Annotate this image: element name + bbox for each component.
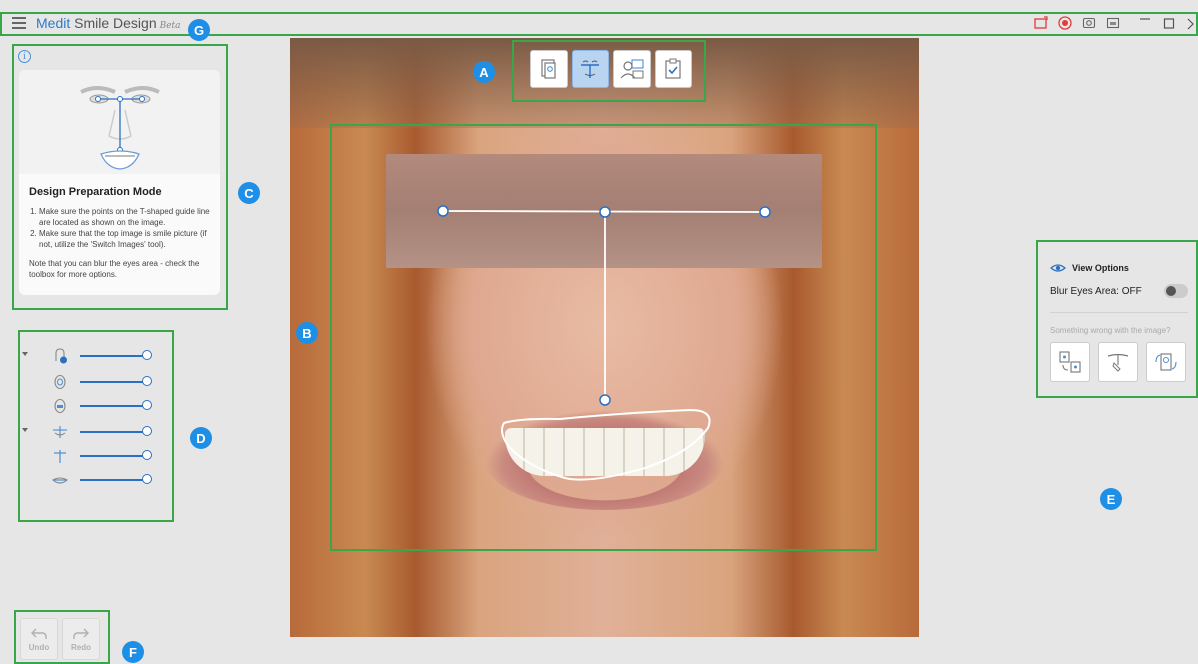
- app-brand: Medit: [36, 15, 71, 31]
- info-step-2: Make sure that the top image is smile pi…: [39, 228, 210, 250]
- undo-label: Undo: [28, 642, 50, 652]
- slider-knob[interactable]: [142, 376, 152, 386]
- undo-icon: [31, 628, 47, 639]
- t-guide-icon: [581, 60, 600, 78]
- redo-label: Redo: [71, 642, 91, 652]
- smile-frame-icon: [53, 426, 67, 438]
- image-problem-label: Something wrong with the image?: [1050, 326, 1171, 335]
- blur-eyes-label: Blur Eyes Area: OFF: [1050, 286, 1142, 297]
- face-preview-icon: [620, 59, 644, 79]
- switch-image-icon: [541, 59, 556, 79]
- marker-a: A: [473, 61, 495, 83]
- slider-row[interactable]: [18, 446, 168, 466]
- smile-guide-icon: [1107, 353, 1129, 372]
- slider-track[interactable]: [80, 431, 144, 433]
- marker-f: F: [122, 641, 144, 663]
- redo-icon: [73, 628, 89, 639]
- undo-button[interactable]: Undo: [20, 618, 58, 660]
- divider: [1050, 312, 1188, 313]
- guide-illustration: [19, 70, 220, 174]
- info-icon[interactable]: i: [18, 50, 31, 63]
- marker-b: B: [296, 322, 318, 344]
- t-guide-button[interactable]: [571, 50, 609, 88]
- info-card: Design Preparation Mode Make sure the po…: [19, 70, 220, 295]
- face-adjust-icon: [55, 348, 67, 364]
- record-icon[interactable]: [1058, 16, 1072, 30]
- eye-icon: [1050, 264, 1066, 272]
- screen-capture-icon[interactable]: [1034, 16, 1048, 30]
- info-body: Make sure the points on the T-shaped gui…: [29, 206, 210, 280]
- marker-e: E: [1100, 488, 1122, 510]
- info-panel: i Design Preparation Mode Make s: [12, 44, 228, 310]
- switch-image-button[interactable]: [530, 50, 568, 88]
- close-icon[interactable]: [1186, 16, 1198, 30]
- swap-images-icon: [1059, 351, 1081, 373]
- slider-row[interactable]: [18, 422, 168, 442]
- t-line-icon: [54, 450, 66, 463]
- slider-knob[interactable]: [142, 350, 152, 360]
- redo-button[interactable]: Redo: [62, 618, 100, 660]
- info-title: Design Preparation Mode: [29, 186, 162, 198]
- title-bar: Medit Smile Design Beta: [0, 12, 1198, 36]
- slider-track[interactable]: [80, 381, 144, 383]
- retake-guide-button[interactable]: [1098, 342, 1138, 382]
- info-step-1: Make sure the points on the T-shaped gui…: [39, 206, 210, 228]
- app-title: Medit Smile Design Beta: [36, 15, 181, 31]
- lip-line-icon: [52, 477, 68, 484]
- history-controls: Undo Redo: [14, 610, 110, 664]
- camera-icon[interactable]: [1082, 16, 1096, 30]
- app-name: Smile Design: [74, 15, 157, 31]
- slider-knob[interactable]: [142, 474, 152, 484]
- beta-badge: Beta: [159, 21, 181, 31]
- slider-track[interactable]: [80, 405, 144, 407]
- view-options-title: View Options: [1072, 263, 1129, 273]
- hamburger-menu-icon[interactable]: [12, 17, 26, 29]
- swap-images-button[interactable]: [1050, 342, 1090, 382]
- face-guide-illustration-icon: [80, 86, 160, 170]
- checklist-button[interactable]: [654, 50, 692, 88]
- marker-g: G: [188, 19, 210, 41]
- slider-row[interactable]: [18, 470, 168, 490]
- slider-knob[interactable]: [142, 400, 152, 410]
- slider-knob[interactable]: [142, 426, 152, 436]
- guide-point-left[interactable]: [437, 205, 449, 217]
- rotate-image-icon: [1155, 353, 1177, 371]
- slider-knob[interactable]: [142, 450, 152, 460]
- face-inner-icon: [54, 398, 66, 414]
- guide-point-bottom[interactable]: [599, 394, 611, 406]
- slider-track[interactable]: [80, 455, 144, 457]
- face-outline-icon: [54, 374, 66, 390]
- info-note: Note that you can blur the eyes area - c…: [29, 259, 200, 279]
- window-icon[interactable]: [1106, 16, 1120, 30]
- checklist-icon: [665, 58, 681, 79]
- mode-toolbar: [526, 46, 696, 94]
- maximize-icon[interactable]: [1162, 16, 1176, 30]
- expand-caret-icon[interactable]: [22, 428, 28, 432]
- marker-c: C: [238, 182, 260, 204]
- guide-point-right[interactable]: [759, 206, 771, 218]
- marker-d: D: [190, 427, 212, 449]
- view-options-header: View Options: [1050, 262, 1129, 274]
- blur-eyes-toggle[interactable]: [1164, 284, 1188, 298]
- t-guide-overlay[interactable]: [290, 38, 919, 637]
- patient-photo[interactable]: [290, 38, 919, 637]
- guide-point-center[interactable]: [599, 206, 611, 218]
- slider-row[interactable]: [18, 372, 168, 392]
- slider-row[interactable]: [18, 346, 168, 366]
- slider-row[interactable]: [18, 396, 168, 416]
- expand-caret-icon[interactable]: [22, 352, 28, 356]
- minimize-icon[interactable]: [1138, 16, 1152, 30]
- slider-track[interactable]: [80, 355, 144, 357]
- slider-track[interactable]: [80, 479, 144, 481]
- view-options-panel: View Options Blur Eyes Area: OFF Somethi…: [1036, 240, 1198, 398]
- face-preview-button[interactable]: [613, 50, 651, 88]
- adjustment-sliders: [18, 330, 174, 522]
- rotate-image-button[interactable]: [1146, 342, 1186, 382]
- smile-outline[interactable]: [501, 408, 711, 481]
